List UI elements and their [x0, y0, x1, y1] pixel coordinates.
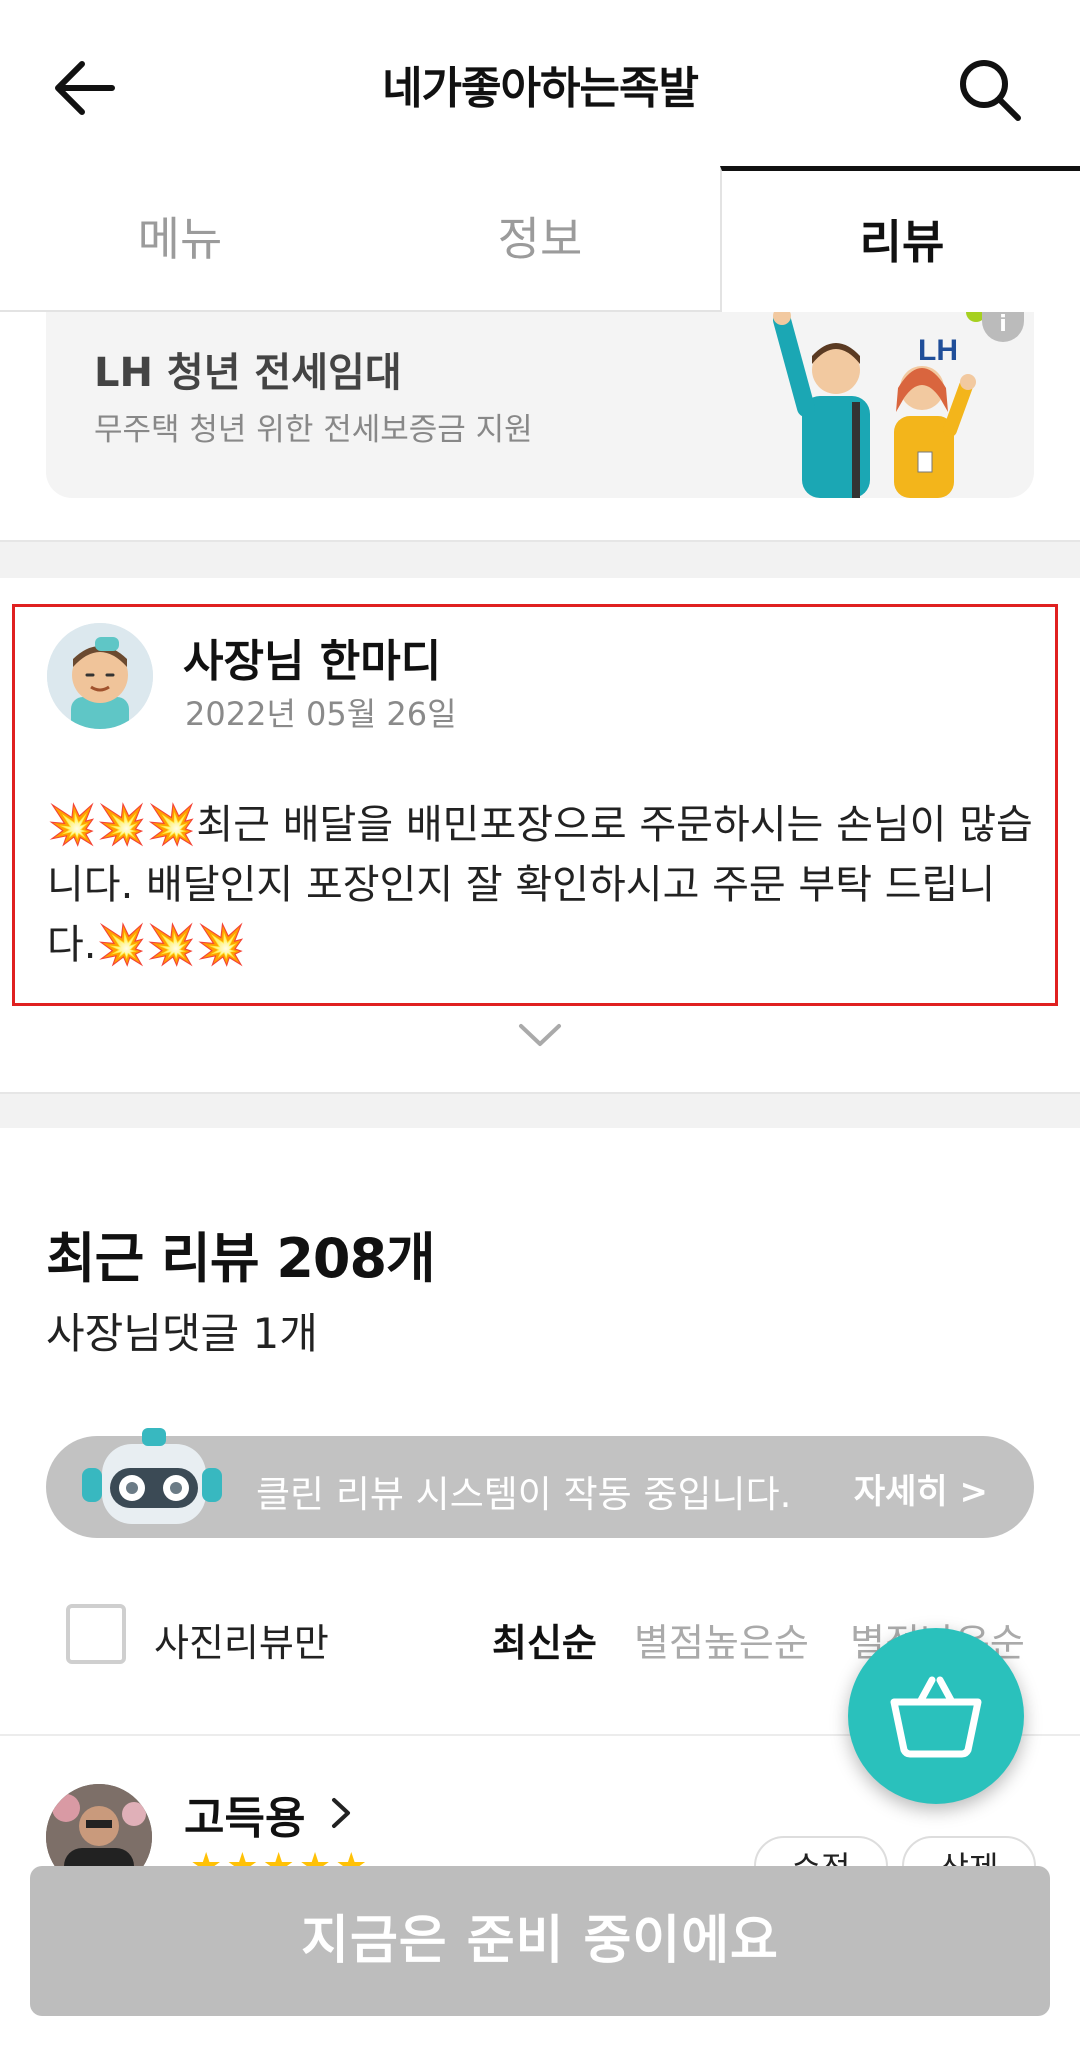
owner-reply-count: 사장님댓글 1개: [46, 1309, 318, 1358]
ad-subtitle: 무주택 청년 위한 전세보증금 지원: [94, 412, 533, 448]
order-cta-button[interactable]: 지금은 준비 중이에요: [30, 1866, 1050, 2016]
clean-review-banner[interactable]: 클린 리뷰 시스템이 작동 중입니다. 자세히 >: [46, 1428, 1034, 1538]
clean-review-detail-link[interactable]: 자세히 >: [854, 1464, 988, 1513]
owner-note-title: 사장님 한마디: [183, 636, 442, 687]
page-title: 네가좋아하는족발: [382, 63, 699, 114]
tab-bar: 메뉴 정보 리뷰: [0, 166, 1080, 315]
cart-button[interactable]: [848, 1628, 1024, 1804]
chevron-down-icon[interactable]: [517, 1020, 563, 1050]
section-divider: [0, 1092, 1080, 1128]
sort-rating-high[interactable]: 별점높은순: [634, 1612, 809, 1667]
ad-banner[interactable]: LH 청년 전세임대 무주택 청년 위한 전세보증금 지원 LH i: [46, 312, 1034, 498]
reviewer-name[interactable]: 고득용: [184, 1782, 305, 1846]
tab-info[interactable]: 정보: [360, 168, 720, 310]
owner-note-card: 사장님 한마디 2022년 05월 26일 💥💥💥최근 배달을 배민포장으로 주…: [12, 604, 1058, 1006]
lh-logo: LH: [918, 334, 958, 367]
search-icon[interactable]: [954, 54, 1024, 124]
section-divider: [0, 540, 1080, 578]
owner-note-message: 💥💥💥최근 배달을 배민포장으로 주문하시는 손님이 많습니다. 배달인지 포장…: [47, 802, 1033, 968]
owner-avatar: [47, 623, 153, 729]
photo-only-checkbox[interactable]: [66, 1604, 126, 1664]
robot-icon: [82, 1428, 222, 1524]
clean-review-text: 클린 리뷰 시스템이 작동 중입니다.: [256, 1473, 792, 1516]
tab-review[interactable]: 리뷰: [720, 166, 1080, 315]
owner-character-icon: [47, 623, 153, 729]
ad-title: LH 청년 전세임대: [94, 350, 402, 396]
ad-illustration: LH: [773, 312, 1014, 498]
chevron-right-icon[interactable]: [330, 1796, 354, 1830]
sort-latest[interactable]: 최신순: [492, 1612, 597, 1667]
app-header: 네가좋아하는족발: [0, 0, 1080, 170]
tab-menu[interactable]: 메뉴: [0, 168, 360, 310]
recent-reviews-title: 최근 리뷰 208개: [46, 1227, 436, 1290]
owner-note-date: 2022년 05월 26일: [185, 695, 457, 733]
basket-icon: [890, 1676, 982, 1758]
photo-only-label[interactable]: 사진리뷰만: [154, 1612, 329, 1667]
